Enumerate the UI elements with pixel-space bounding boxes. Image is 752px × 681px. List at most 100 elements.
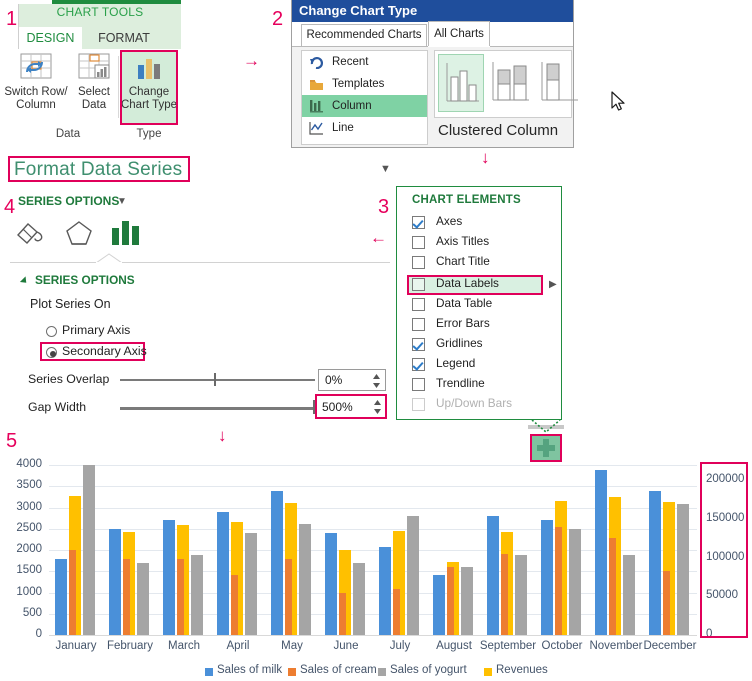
- series-overlap-slider-track[interactable]: [120, 379, 315, 381]
- select-data-button[interactable]: Select Data: [72, 52, 116, 112]
- chart-bar[interactable]: [555, 527, 562, 635]
- chart-bar[interactable]: [339, 593, 346, 635]
- checkbox-data-labels[interactable]: [412, 278, 425, 291]
- chart-bar[interactable]: [501, 554, 508, 635]
- dialog-title: Change Chart Type: [292, 0, 573, 22]
- y-tick-primary: 3500: [2, 479, 42, 491]
- chart-element-chart-title[interactable]: Chart Title: [412, 253, 562, 273]
- chart-bar[interactable]: [677, 504, 689, 635]
- chart-bar[interactable]: [663, 571, 670, 635]
- chart-bar[interactable]: [83, 465, 95, 635]
- chart-bar[interactable]: [353, 563, 365, 635]
- chart-element-axis-titles[interactable]: Axis Titles: [412, 233, 562, 253]
- format-pane-title: Format Data Series: [14, 159, 182, 181]
- legend-label: Sales of yogurt: [390, 664, 467, 676]
- y-tick-primary: 4000: [2, 458, 42, 470]
- chart-bar[interactable]: [271, 491, 283, 635]
- tab-format[interactable]: FORMAT: [88, 27, 160, 49]
- chart-bar[interactable]: [649, 491, 661, 635]
- legend-item[interactable]: Sales of yogurt: [378, 664, 467, 676]
- chart-bar[interactable]: [191, 555, 203, 635]
- checkbox-data-table[interactable]: [412, 298, 425, 311]
- chart-element-gridlines[interactable]: Gridlines: [412, 335, 562, 355]
- radio-secondary-axis[interactable]: Secondary Axis: [46, 344, 186, 362]
- chart-bar[interactable]: [609, 538, 616, 635]
- chart-bar[interactable]: [163, 520, 175, 635]
- series-options-bars-icon[interactable]: [110, 218, 144, 253]
- ribbon-group-type-label: Type: [120, 128, 178, 140]
- chart-bar[interactable]: [231, 575, 238, 635]
- chart-bar[interactable]: [325, 533, 337, 635]
- chart-bar[interactable]: [285, 559, 292, 635]
- category-item-recent[interactable]: Recent: [302, 51, 427, 73]
- chart-bar[interactable]: [515, 555, 527, 635]
- checkbox-legend[interactable]: [412, 358, 425, 371]
- series-overlap-spinner-arrows[interactable]: [372, 372, 381, 390]
- section-collapse-triangle[interactable]: [20, 276, 29, 285]
- chart-element-data-table[interactable]: Data Table: [412, 295, 562, 315]
- gallery-thumb-100-stacked-column[interactable]: [536, 54, 582, 112]
- checkbox-axis-titles[interactable]: [412, 236, 425, 249]
- chart-bar[interactable]: [407, 516, 419, 635]
- gallery-thumb-clustered-column[interactable]: [438, 54, 484, 112]
- chart-bar[interactable]: [623, 555, 635, 635]
- tab-design[interactable]: DESIGN: [19, 27, 82, 50]
- gallery-thumb-stacked-column[interactable]: [487, 54, 533, 112]
- category-item-templates[interactable]: Templates: [302, 73, 427, 95]
- chart-element-data-labels[interactable]: Data Labels: [412, 275, 562, 295]
- ribbon-group-data-label: Data: [18, 128, 118, 140]
- chart-bar[interactable]: [569, 529, 581, 635]
- radio-primary-axis[interactable]: Primary Axis: [46, 323, 186, 341]
- chart-element-trendline[interactable]: Trendline: [412, 375, 562, 395]
- chart-bar[interactable]: [109, 529, 121, 635]
- checkbox-error-bars[interactable]: [412, 318, 425, 331]
- chart-bar[interactable]: [595, 470, 607, 635]
- tab-recommended-charts[interactable]: Recommended Charts: [301, 24, 427, 46]
- chart-bar[interactable]: [55, 559, 67, 635]
- y-tick-primary: 2000: [2, 543, 42, 555]
- series-overlap-slider-thumb[interactable]: [214, 373, 216, 386]
- radio-primary-axis-dot[interactable]: [46, 326, 57, 337]
- chart-bar[interactable]: [177, 559, 184, 635]
- chart-bar[interactable]: [299, 524, 311, 635]
- checkbox-chart-title[interactable]: [412, 256, 425, 269]
- chart-bar[interactable]: [217, 512, 229, 635]
- series-options-dropdown-caret[interactable]: ▼: [117, 196, 127, 207]
- chart-bar[interactable]: [123, 559, 130, 635]
- legend-swatch: [288, 668, 296, 676]
- chevron-down-icon[interactable]: ▼: [380, 163, 391, 175]
- radio-secondary-axis-dot[interactable]: [46, 347, 57, 358]
- switch-row-column-button[interactable]: Switch Row/ Column: [2, 52, 70, 112]
- chart-element-axes[interactable]: Axes: [412, 213, 562, 233]
- gap-width-slider-track[interactable]: [120, 407, 315, 410]
- chart-bar[interactable]: [433, 575, 445, 635]
- y-tick-primary: 1500: [2, 564, 42, 576]
- gallery-caption: Clustered Column: [438, 122, 558, 139]
- chart-element-error-bars[interactable]: Error Bars: [412, 315, 562, 335]
- legend-item[interactable]: Sales of cream: [288, 664, 377, 676]
- chart-bar[interactable]: [245, 533, 257, 635]
- radio-secondary-axis-label: Secondary Axis: [62, 344, 147, 358]
- fill-line-icon[interactable]: [14, 218, 48, 253]
- tab-all-charts[interactable]: All Charts: [428, 21, 490, 47]
- category-item-line[interactable]: Line: [302, 117, 427, 139]
- legend-item[interactable]: Revenues: [484, 664, 548, 676]
- data-labels-submenu-arrow[interactable]: ▶: [549, 279, 557, 290]
- category-item-column[interactable]: Column: [302, 95, 427, 117]
- chart-bar[interactable]: [461, 567, 473, 635]
- chart-bar[interactable]: [379, 547, 391, 635]
- legend-item[interactable]: Sales of milk: [205, 664, 282, 676]
- checkbox-trendline[interactable]: [412, 378, 425, 391]
- series-overlap-spinbox[interactable]: 0%: [318, 369, 386, 391]
- checkbox-gridlines[interactable]: [412, 338, 425, 351]
- chart-bar[interactable]: [393, 589, 400, 635]
- checkbox-axes[interactable]: [412, 216, 425, 229]
- effects-pentagon-icon[interactable]: [62, 218, 96, 253]
- y-tick-primary: 500: [2, 607, 42, 619]
- chart-bar[interactable]: [447, 567, 454, 635]
- chart-bar[interactable]: [487, 516, 499, 635]
- chart-bar[interactable]: [541, 520, 553, 635]
- chart-bar[interactable]: [137, 563, 149, 635]
- chart-bar[interactable]: [69, 550, 76, 635]
- chart-element-legend[interactable]: Legend: [412, 355, 562, 375]
